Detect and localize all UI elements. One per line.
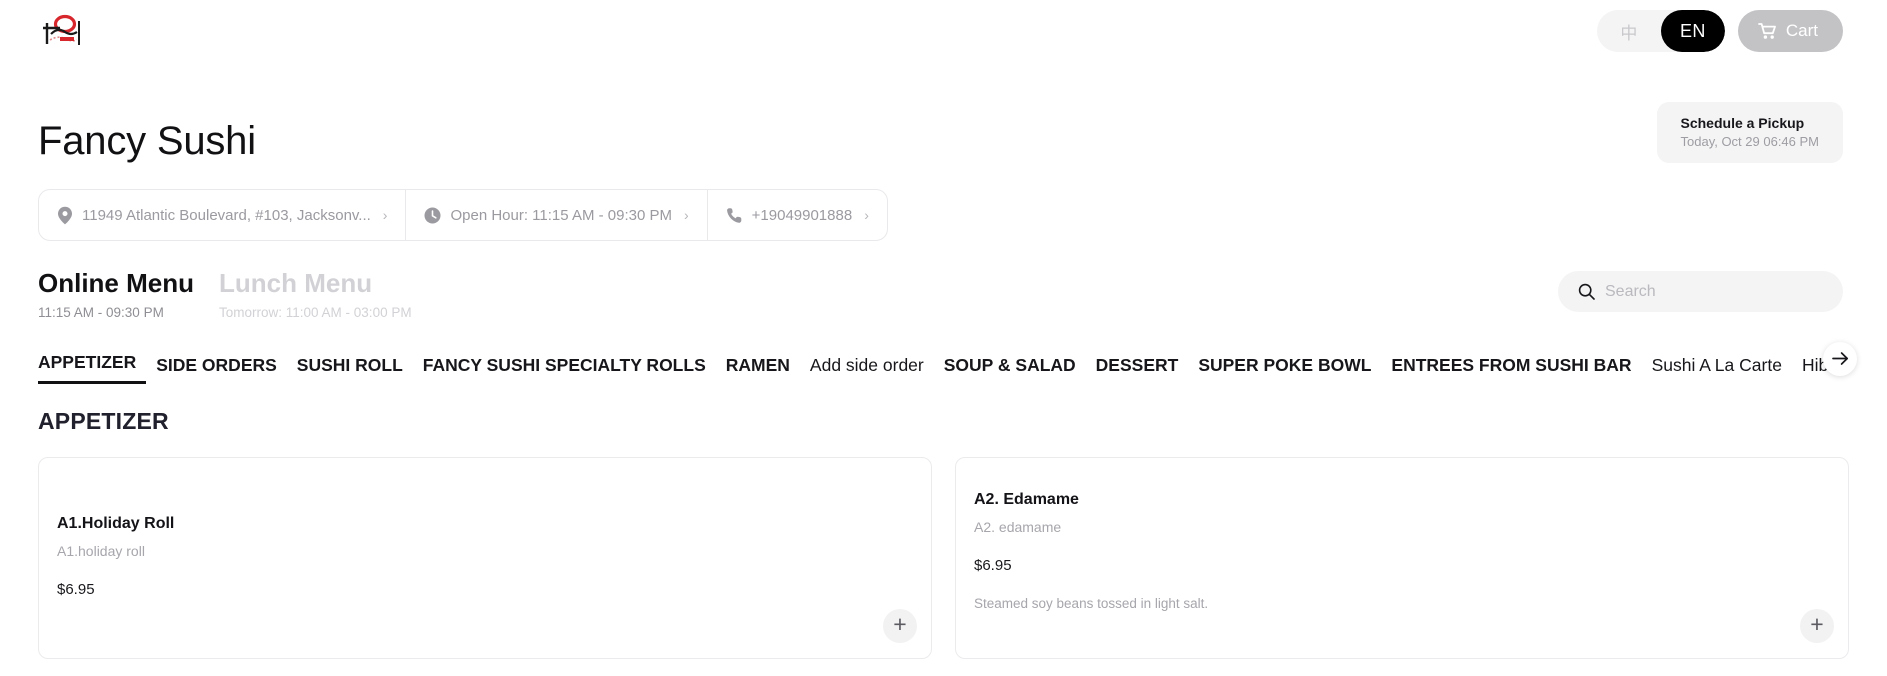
menu-item-info: A2. Edamame A2. edamame $6.95 Steamed so… (974, 490, 1830, 611)
chevron-right-icon: › (683, 207, 689, 223)
menu-tab-online-menu-label: Online Menu (38, 268, 194, 298)
category-scroll-right-button[interactable] (1823, 341, 1857, 376)
cart-button[interactable]: Cart (1737, 10, 1843, 52)
restaurant-header: Fancy Sushi Schedule a Pickup Today, Oct… (0, 62, 1887, 163)
category-tab-ramen[interactable]: RAMEN (716, 356, 800, 384)
category-tab-appetizer[interactable]: APPETIZER (38, 353, 147, 384)
category-tab-fancy-sushi-specialty-rolls[interactable]: FANCY SUSHI SPECIALTY ROLLS (413, 356, 716, 384)
brand-logo[interactable] (38, 14, 84, 48)
search-box[interactable] (1558, 271, 1843, 312)
category-tab-super-poke-bowl[interactable]: SUPER POKE BOWL (1188, 356, 1381, 384)
language-button-en[interactable]: EN (1660, 10, 1725, 52)
schedule-pickup-title: Schedule a Pickup (1680, 115, 1805, 131)
info-hours-text: Open Hour: 11:15 AM - 09:30 PM (450, 206, 672, 224)
add-to-cart-button[interactable]: + (1800, 608, 1834, 643)
cart-label: Cart (1785, 21, 1818, 40)
menu-tabs: Online Menu 11:15 AM - 09:30 PM Lunch Me… (38, 267, 412, 320)
category-tab-entrees-from-sushi-bar[interactable]: ENTREES FROM SUSHI BAR (1381, 356, 1641, 384)
menu-tabs-row: Online Menu 11:15 AM - 09:30 PM Lunch Me… (0, 241, 1887, 320)
schedule-pickup-time: Today, Oct 29 06:46 PM (1680, 134, 1820, 149)
menu-item-grid: A1.Holiday Roll A1.holiday roll $6.95 + … (0, 435, 1887, 659)
category-tab-add-side-order[interactable]: Add side order (800, 356, 934, 384)
search-input[interactable] (1605, 282, 1823, 301)
info-address-text: 11949 Atlantic Boulevard, #103, Jacksonv… (82, 206, 371, 224)
menu-item-alt-name: A1.holiday roll (57, 542, 145, 559)
menu-item-description: Steamed soy beans tossed in light salt. (974, 595, 1209, 611)
restaurant-info-bar: 11949 Atlantic Boulevard, #103, Jacksonv… (38, 189, 888, 241)
top-bar-actions: 中 EN Cart (1596, 10, 1843, 52)
location-pin-icon (58, 206, 72, 224)
menu-item-info: A1.Holiday Roll A1.holiday roll $6.95 (57, 514, 913, 598)
language-toggle[interactable]: 中 EN (1596, 10, 1725, 52)
section-title: APPETIZER (38, 407, 169, 434)
menu-item-card[interactable]: A1.Holiday Roll A1.holiday roll $6.95 + (38, 456, 932, 659)
info-phone[interactable]: +19049901888 › (708, 190, 887, 240)
category-tab-dessert[interactable]: DESSERT (1086, 356, 1189, 384)
phone-icon (726, 207, 741, 223)
info-hours[interactable]: Open Hour: 11:15 AM - 09:30 PM › (406, 190, 708, 240)
category-nav-wrap: APPETIZER SIDE ORDERS SUSHI ROLL FANCY S… (0, 341, 1887, 384)
menu-item-name: A1.Holiday Roll (57, 514, 175, 532)
menu-tab-lunch-menu-hours: Tomorrow: 11:00 AM - 03:00 PM (219, 304, 412, 320)
top-bar: 中 EN Cart (0, 0, 1887, 62)
category-tab-side-orders[interactable]: SIDE ORDERS (146, 356, 287, 384)
menu-item-card[interactable]: A2. Edamame A2. edamame $6.95 Steamed so… (955, 456, 1849, 659)
chevron-right-icon: › (864, 207, 869, 223)
info-phone-text: +19049901888 (751, 206, 853, 224)
menu-tab-lunch-menu[interactable]: Lunch Menu Tomorrow: 11:00 AM - 03:00 PM (219, 267, 412, 320)
fancy-sushi-logo-icon (43, 14, 80, 45)
plus-icon: + (893, 611, 907, 637)
menu-item-price: $6.95 (57, 580, 95, 598)
menu-tab-lunch-menu-label: Lunch Menu (219, 268, 373, 298)
page-title: Fancy Sushi (38, 119, 256, 163)
arrow-right-icon (1831, 352, 1848, 365)
menu-item-price: $6.95 (974, 556, 1012, 574)
language-button-zh[interactable]: 中 (1597, 10, 1661, 52)
plus-icon: + (1810, 611, 1824, 637)
category-nav[interactable]: APPETIZER SIDE ORDERS SUSHI ROLL FANCY S… (38, 344, 1843, 384)
menu-tab-online-menu-hours: 11:15 AM - 09:30 PM (38, 304, 164, 320)
clock-icon (424, 207, 441, 223)
category-tab-sushi-a-la-carte[interactable]: Sushi A La Carte (1642, 356, 1792, 384)
info-address[interactable]: 11949 Atlantic Boulevard, #103, Jacksonv… (39, 190, 407, 240)
search-icon (1578, 283, 1595, 300)
shopping-cart-icon (1757, 23, 1776, 39)
category-tab-soup-and-salad[interactable]: SOUP & SALAD (934, 356, 1086, 384)
schedule-pickup-button[interactable]: Schedule a Pickup Today, Oct 29 06:46 PM (1656, 102, 1843, 163)
menu-item-name: A2. Edamame (974, 490, 1079, 508)
add-to-cart-button[interactable]: + (883, 608, 917, 643)
menu-item-alt-name: A2. edamame (974, 518, 1062, 535)
menu-tab-online-menu[interactable]: Online Menu 11:15 AM - 09:30 PM (38, 267, 194, 320)
chevron-right-icon: › (382, 207, 388, 223)
category-tab-sushi-roll[interactable]: SUSHI ROLL (287, 356, 413, 384)
